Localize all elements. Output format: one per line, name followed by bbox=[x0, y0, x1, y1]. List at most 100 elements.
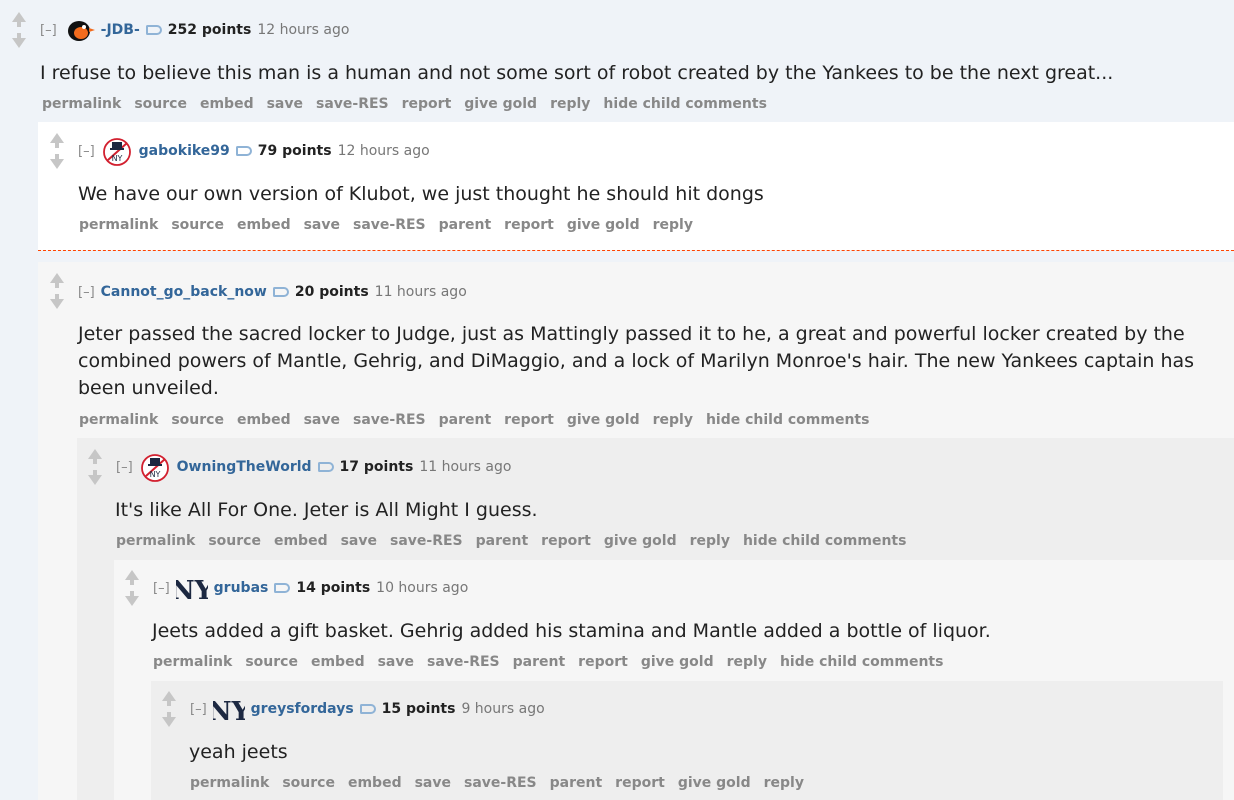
upvote-arrow-icon[interactable] bbox=[12, 12, 26, 22]
report-button[interactable]: report bbox=[615, 775, 665, 791]
upvote-stem bbox=[93, 459, 97, 464]
save-res-button[interactable]: save-RES bbox=[427, 654, 500, 670]
comment-buttons: permalink source embed save save-RES par… bbox=[79, 217, 693, 233]
report-button[interactable]: report bbox=[504, 217, 554, 233]
embed-button[interactable]: embed bbox=[200, 96, 254, 112]
author-link[interactable]: greysfordays bbox=[251, 701, 354, 717]
save-res-button[interactable]: save-RES bbox=[353, 412, 426, 428]
permalink-button[interactable]: permalink bbox=[79, 412, 158, 428]
save-button[interactable]: save bbox=[267, 96, 303, 112]
embed-button[interactable]: embed bbox=[311, 654, 365, 670]
comment-tagline: [–] NY OwningTheWorld 17 points 11 hours… bbox=[116, 454, 511, 482]
give-gold-button[interactable]: give gold bbox=[641, 654, 714, 670]
upvote-arrow-icon[interactable] bbox=[50, 273, 64, 283]
embed-button[interactable]: embed bbox=[237, 217, 291, 233]
user-tag-icon[interactable] bbox=[274, 583, 291, 593]
user-tag-icon[interactable] bbox=[359, 704, 376, 714]
report-button[interactable]: report bbox=[578, 654, 628, 670]
user-tag-icon[interactable] bbox=[235, 146, 252, 156]
collapse-toggle[interactable]: [–] bbox=[78, 285, 95, 300]
hide-child-comments-button[interactable]: hide child comments bbox=[743, 533, 907, 549]
hide-child-comments-button[interactable]: hide child comments bbox=[706, 412, 870, 428]
comment-body-line: Jeter passed the sacred locker to Judge,… bbox=[78, 323, 1185, 345]
give-gold-button[interactable]: give gold bbox=[464, 96, 537, 112]
save-button[interactable]: save bbox=[378, 654, 414, 670]
upvote-arrow-icon[interactable] bbox=[162, 691, 176, 701]
report-button[interactable]: report bbox=[402, 96, 452, 112]
upvote-stem bbox=[130, 580, 134, 585]
reply-button[interactable]: reply bbox=[690, 533, 730, 549]
source-button[interactable]: source bbox=[171, 217, 224, 233]
save-res-button[interactable]: save-RES bbox=[390, 533, 463, 549]
author-link[interactable]: grubas bbox=[214, 580, 269, 596]
give-gold-button[interactable]: give gold bbox=[604, 533, 677, 549]
hide-child-comments-button[interactable]: hide child comments bbox=[603, 96, 767, 112]
comment-body: It's like All For One. Jeter is All Migh… bbox=[115, 499, 538, 521]
permalink-button[interactable]: permalink bbox=[42, 96, 121, 112]
parent-button[interactable]: parent bbox=[513, 654, 566, 670]
embed-button[interactable]: embed bbox=[274, 533, 328, 549]
comment-tagline: [–] -JDB- 252 points 12 hours ago bbox=[40, 18, 349, 42]
save-button[interactable]: save bbox=[415, 775, 451, 791]
user-tag-icon[interactable] bbox=[272, 287, 289, 297]
author-link[interactable]: gabokike99 bbox=[139, 143, 230, 159]
downvote-arrow-icon[interactable] bbox=[50, 299, 64, 309]
user-tag-icon[interactable] bbox=[317, 462, 334, 472]
svg-text:NY: NY bbox=[111, 154, 122, 163]
reply-button[interactable]: reply bbox=[653, 412, 693, 428]
user-tag-icon[interactable] bbox=[145, 25, 162, 35]
source-button[interactable]: source bbox=[282, 775, 335, 791]
upvote-arrow-icon[interactable] bbox=[88, 449, 102, 459]
downvote-arrow-icon[interactable] bbox=[88, 475, 102, 485]
source-button[interactable]: source bbox=[208, 533, 261, 549]
reply-button[interactable]: reply bbox=[653, 217, 693, 233]
comment-score: 17 points bbox=[339, 459, 414, 475]
vote-arrows bbox=[46, 273, 68, 309]
parent-button[interactable]: parent bbox=[476, 533, 529, 549]
embed-button[interactable]: embed bbox=[348, 775, 402, 791]
upvote-arrow-icon[interactable] bbox=[50, 133, 64, 143]
author-link[interactable]: -JDB- bbox=[101, 22, 140, 38]
embed-button[interactable]: embed bbox=[237, 412, 291, 428]
save-button[interactable]: save bbox=[341, 533, 377, 549]
collapse-toggle[interactable]: [–] bbox=[153, 581, 170, 596]
comment-buttons: permalink source embed save save-RES rep… bbox=[42, 96, 767, 112]
give-gold-button[interactable]: give gold bbox=[567, 217, 640, 233]
parent-button[interactable]: parent bbox=[550, 775, 603, 791]
give-gold-button[interactable]: give gold bbox=[567, 412, 640, 428]
give-gold-button[interactable]: give gold bbox=[678, 775, 751, 791]
report-button[interactable]: report bbox=[541, 533, 591, 549]
report-button[interactable]: report bbox=[504, 412, 554, 428]
downvote-arrow-icon[interactable] bbox=[125, 596, 139, 606]
permalink-button[interactable]: permalink bbox=[153, 654, 232, 670]
collapse-toggle[interactable]: [–] bbox=[190, 702, 207, 717]
downvote-arrow-icon[interactable] bbox=[12, 38, 26, 48]
permalink-button[interactable]: permalink bbox=[79, 217, 158, 233]
downvote-arrow-icon[interactable] bbox=[50, 159, 64, 169]
save-res-button[interactable]: save-RES bbox=[316, 96, 389, 112]
parent-button[interactable]: parent bbox=[439, 217, 492, 233]
save-button[interactable]: save bbox=[304, 412, 340, 428]
collapse-toggle[interactable]: [–] bbox=[40, 23, 57, 38]
source-button[interactable]: source bbox=[245, 654, 298, 670]
comment-body: We have our own version of Klubot, we ju… bbox=[78, 183, 764, 205]
permalink-button[interactable]: permalink bbox=[116, 533, 195, 549]
upvote-arrow-icon[interactable] bbox=[125, 570, 139, 580]
source-button[interactable]: source bbox=[171, 412, 224, 428]
downvote-arrow-icon[interactable] bbox=[162, 717, 176, 727]
reply-button[interactable]: reply bbox=[727, 654, 767, 670]
parent-button[interactable]: parent bbox=[439, 412, 492, 428]
reply-button[interactable]: reply bbox=[550, 96, 590, 112]
source-button[interactable]: source bbox=[134, 96, 187, 112]
upvote-stem bbox=[55, 283, 59, 288]
collapse-toggle[interactable]: [–] bbox=[78, 144, 95, 159]
author-link[interactable]: Cannot_go_back_now bbox=[101, 284, 267, 300]
save-res-button[interactable]: save-RES bbox=[353, 217, 426, 233]
save-button[interactable]: save bbox=[304, 217, 340, 233]
author-link[interactable]: OwningTheWorld bbox=[177, 459, 312, 475]
save-res-button[interactable]: save-RES bbox=[464, 775, 537, 791]
collapse-toggle[interactable]: [–] bbox=[116, 460, 133, 475]
hide-child-comments-button[interactable]: hide child comments bbox=[780, 654, 944, 670]
reply-button[interactable]: reply bbox=[764, 775, 804, 791]
permalink-button[interactable]: permalink bbox=[190, 775, 269, 791]
